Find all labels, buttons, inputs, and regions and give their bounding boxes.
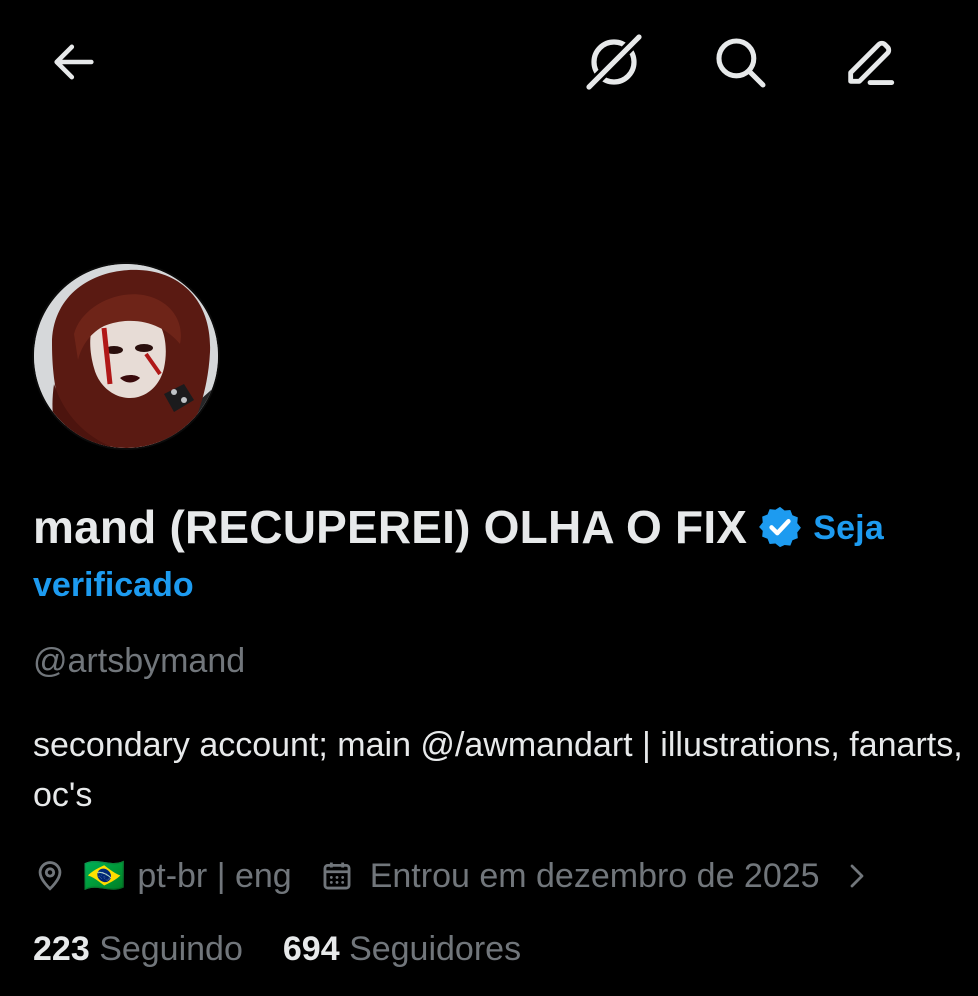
search-button[interactable]	[708, 30, 772, 94]
follow-stats: 223 Seguindo 694 Seguidores	[33, 930, 521, 969]
search-icon	[716, 38, 766, 88]
top-bar	[0, 0, 978, 130]
location-text: pt-br | eng	[137, 856, 292, 895]
followers-link[interactable]: 694 Seguidores	[283, 930, 521, 968]
profile-handle: @artsbymand	[33, 642, 246, 680]
following-link[interactable]: 223 Seguindo	[33, 930, 243, 968]
display-name: mand (RECUPEREI) OLHA O FIX	[33, 501, 748, 553]
profile-page: mand (RECUPEREI) OLHA O FIX Seja verific…	[0, 0, 978, 996]
grok-icon	[584, 32, 644, 92]
get-verified-link-continued[interactable]: verificado	[33, 566, 194, 605]
profile-meta-row: 🇧🇷 pt-br | eng Entrou em dezembro de 202…	[33, 852, 978, 900]
followers-count: 694	[282, 930, 340, 968]
profile-bio: secondary account; main @/awmandart | il…	[33, 726, 963, 814]
verified-badge-icon[interactable]	[757, 504, 803, 561]
avatar-image	[34, 264, 218, 448]
arrow-left-icon	[54, 44, 94, 80]
edit-button[interactable]	[838, 30, 902, 94]
location-pin-icon	[33, 859, 67, 893]
following-label: Seguindo	[99, 930, 243, 968]
grok-button[interactable]	[582, 30, 646, 94]
calendar-icon	[320, 859, 354, 893]
back-button[interactable]	[42, 30, 106, 94]
joined-date: Entrou em dezembro de 2025	[369, 856, 820, 895]
chevron-right-icon[interactable]	[842, 861, 872, 891]
followers-label: Seguidores	[349, 930, 522, 968]
brazil-flag: 🇧🇷	[83, 857, 126, 895]
get-verified-link[interactable]: Seja	[813, 509, 884, 547]
following-count: 223	[33, 930, 90, 968]
edit-icon	[848, 40, 895, 85]
display-name-row: mand (RECUPEREI) OLHA O FIX Seja	[33, 500, 978, 561]
profile-avatar[interactable]	[32, 262, 220, 450]
